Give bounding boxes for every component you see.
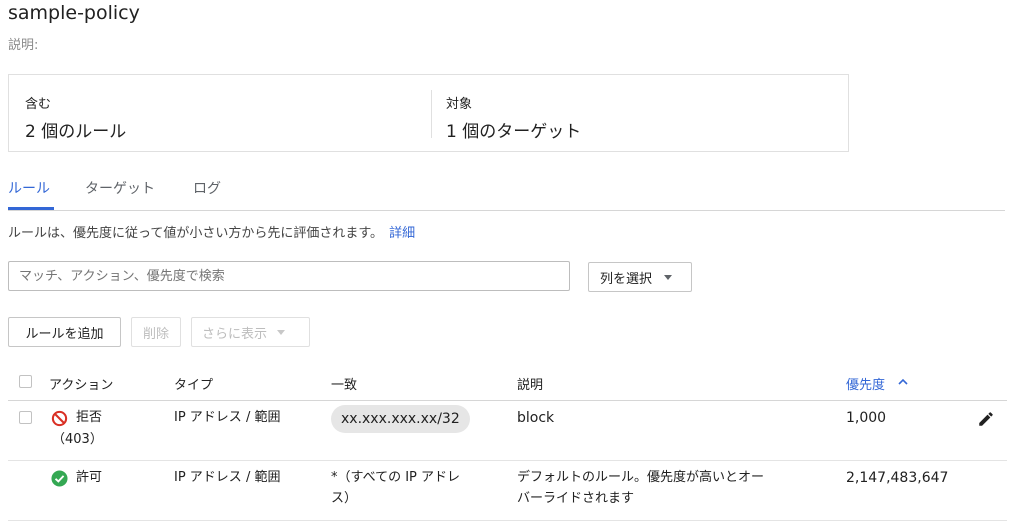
dropdown-arrow-icon (664, 274, 673, 280)
learn-more-link[interactable]: 詳細 (389, 226, 415, 241)
targets-label: 対象 (446, 97, 473, 112)
header-action: アクション (49, 378, 114, 393)
summary-divider (431, 90, 432, 138)
action-label: 拒否 (76, 410, 103, 425)
allow-icon (51, 470, 68, 487)
rule-search-input[interactable] (8, 261, 570, 291)
more-actions-button[interactable]: さらに表示 (191, 317, 310, 347)
includes-value: 2 個のルール (25, 122, 127, 142)
dropdown-arrow-icon (277, 329, 286, 335)
select-all-checkbox[interactable] (19, 375, 32, 388)
column-select-button[interactable]: 列を選択 (588, 262, 692, 292)
priority-cell: 2,147,483,647 (846, 470, 949, 486)
rules-info-text: ルールは、優先度に従って値が小さい方から先に評価されます。 (8, 226, 384, 241)
header-priority-label: 優先度 (846, 378, 886, 393)
summary-card: 含む 2 個のルール 対象 1 個のターゲット (8, 74, 849, 152)
action-code: （403） (52, 432, 103, 447)
action-label: 許可 (76, 470, 103, 485)
add-rule-label: ルールを追加 (25, 326, 104, 342)
header-type: タイプ (174, 378, 214, 393)
active-tab-indicator (8, 207, 54, 210)
delete-label: 削除 (142, 326, 169, 342)
match-cell-line1: *（すべての IP アドレ (331, 470, 461, 485)
column-select-label: 列を選択 (600, 271, 653, 287)
table-row: 許可 IP アドレス / 範囲 *（すべての IP アドレ ス） デフォルトのル… (8, 460, 1007, 521)
includes-label: 含む (25, 97, 52, 112)
delete-button[interactable]: 削除 (131, 317, 181, 347)
priority-cell: 1,000 (846, 410, 887, 426)
table-row: 拒否 （403） IP アドレス / 範囲 xx.xxx.xxx.xx/32 b… (8, 400, 1007, 461)
table-header: アクション タイプ 一致 説明 優先度 (8, 366, 1007, 401)
description-cell-line1: デフォルトのルール。優先度が高いとオー (517, 470, 765, 485)
match-chip: xx.xxx.xxx.xx/32 (331, 405, 470, 433)
edit-icon[interactable] (977, 410, 995, 428)
add-rule-button[interactable]: ルールを追加 (8, 317, 121, 347)
type-cell: IP アドレス / 範囲 (174, 410, 281, 425)
rules-info: ルールは、優先度に従って値が小さい方から先に評価されます。 詳細 (8, 222, 415, 241)
tab-rules[interactable]: ルール (8, 178, 50, 198)
page-title: sample-policy (8, 2, 140, 24)
description-cell: block (517, 410, 555, 426)
header-match: 一致 (331, 378, 358, 393)
match-cell-line2: ス） (331, 491, 358, 506)
deny-icon (51, 410, 68, 427)
tab-logs[interactable]: ログ (193, 178, 221, 198)
targets-value: 1 個のターゲット (446, 122, 582, 142)
header-description: 説明 (517, 378, 544, 393)
type-cell: IP アドレス / 範囲 (174, 470, 281, 485)
more-actions-label: さらに表示 (202, 326, 268, 342)
header-priority[interactable]: 優先度 (846, 374, 885, 393)
sort-ascending-icon[interactable] (898, 378, 908, 385)
row-checkbox[interactable] (19, 411, 32, 424)
description-cell-line2: バーライドされます (517, 491, 635, 506)
tab-targets[interactable]: ターゲット (85, 178, 155, 198)
description-label: 説明: (8, 38, 39, 53)
tab-bar: ルール ターゲット ログ (8, 172, 1005, 211)
